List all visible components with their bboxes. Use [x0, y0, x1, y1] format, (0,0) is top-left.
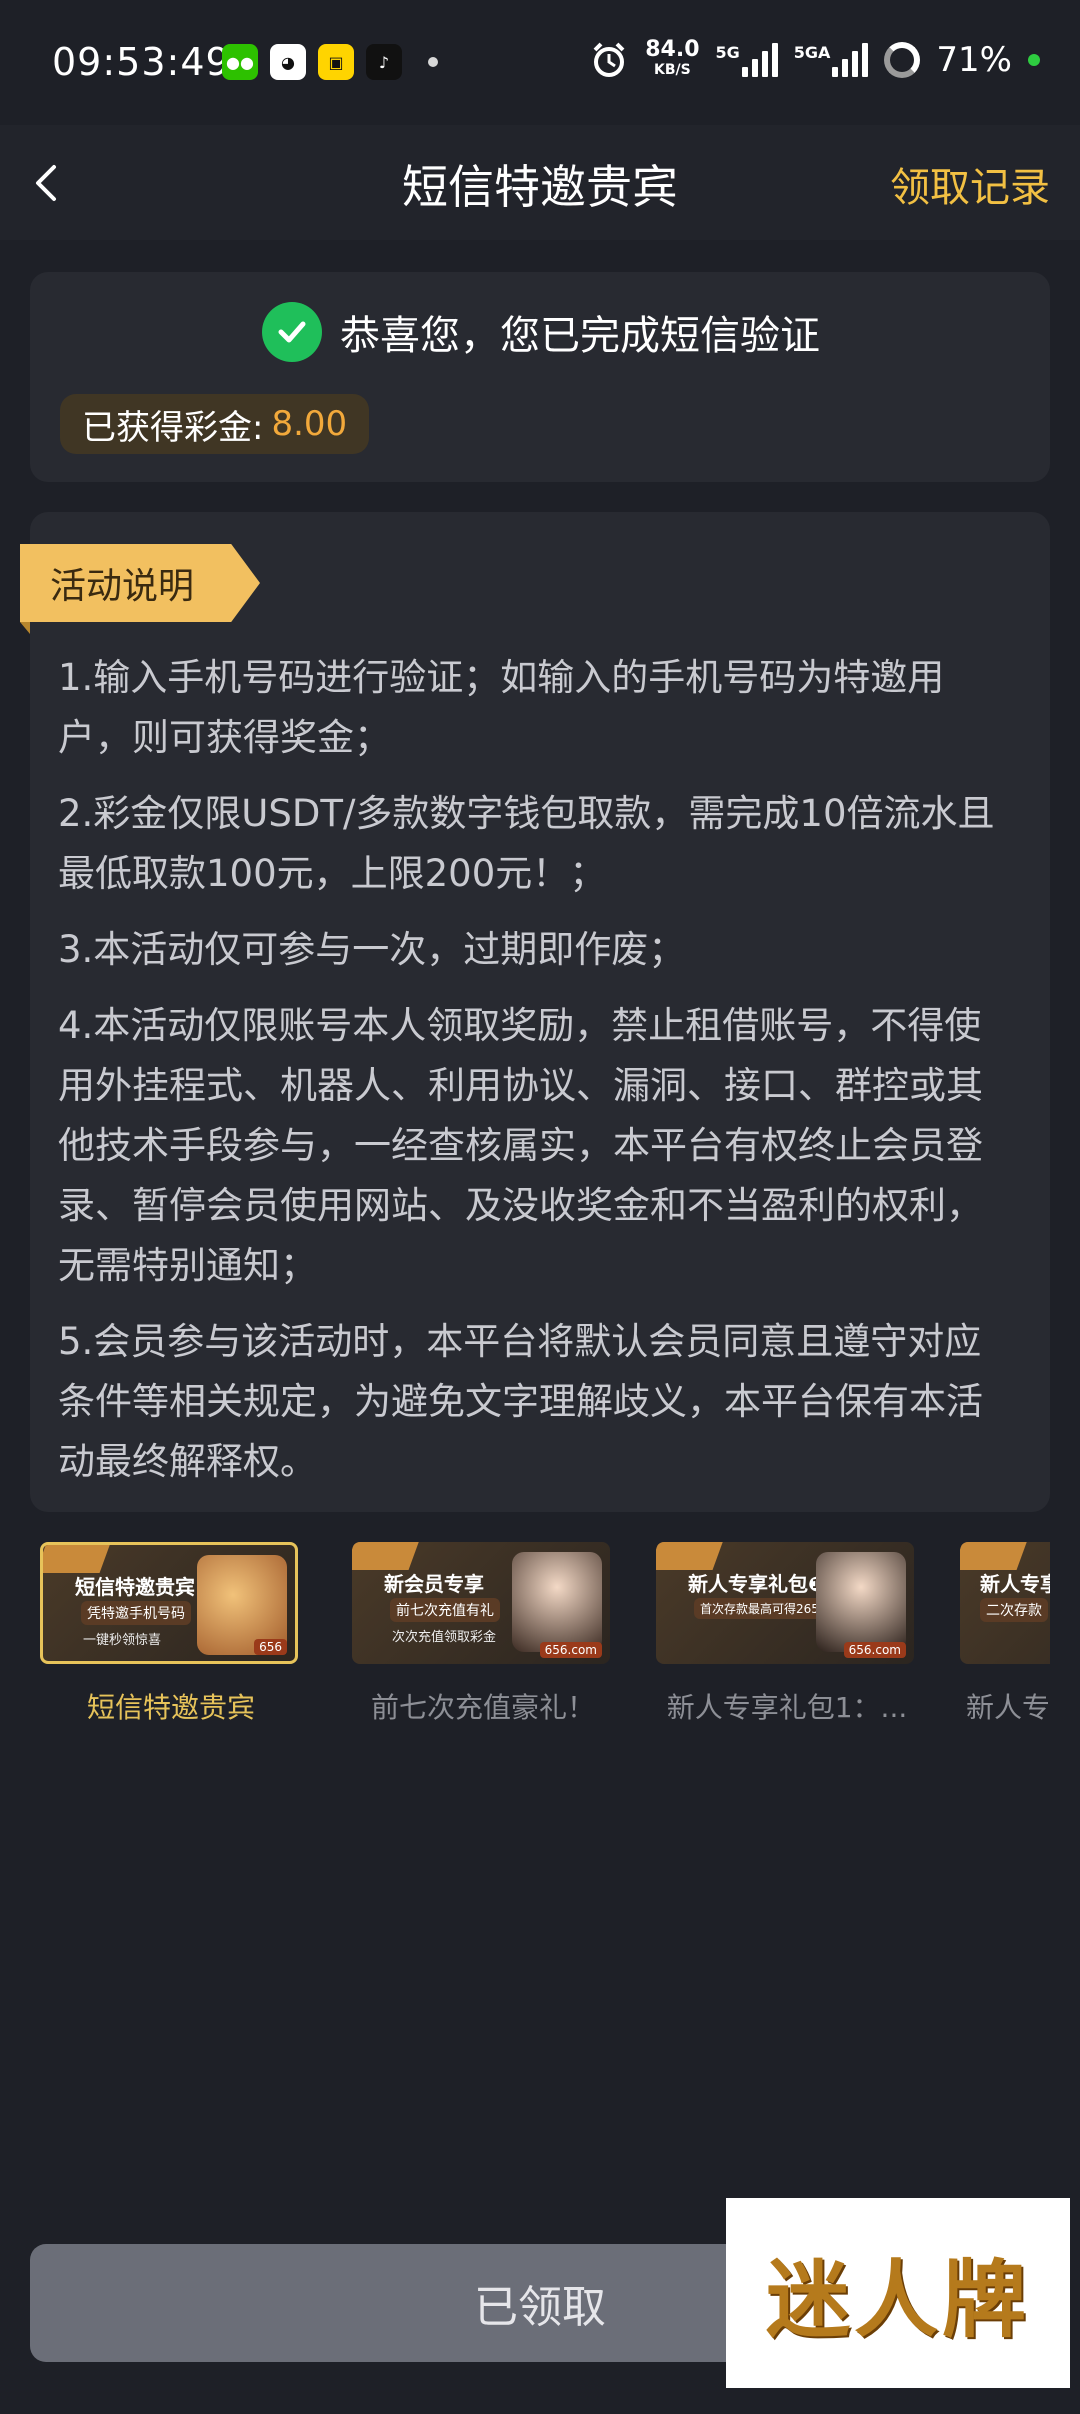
status-indicators: 84.0 KB/S 5G 5GA 71%: [589, 37, 1040, 80]
signal-5ga: 5GA: [794, 43, 869, 77]
promo-item-new-member[interactable]: 新会员专享 前七次充值有礼 次次充值领取彩金 656.com 前七次充值豪礼！: [352, 1542, 614, 1726]
charging-dot: [1028, 54, 1040, 66]
bonus-value: 8.00: [271, 404, 348, 444]
promo-thumbnail: 新人专享礼包❶ 首次存款最高可得2656元 656.com: [656, 1542, 914, 1664]
network-label-2: 5GA: [793, 43, 831, 62]
more-notifications-dot: [428, 57, 438, 67]
watermark-text: 迷人牌: [765, 2249, 1030, 2349]
promo-thumb-subtitle: 二次存款: [980, 1598, 1048, 1622]
network-speed: 84.0 KB/S: [645, 37, 700, 80]
promo-badge: 656.com: [843, 1642, 906, 1658]
nav-bar: 短信特邀贵宾 领取记录: [0, 125, 1080, 240]
bonus-label: 已获得彩金:: [82, 407, 264, 448]
rule-item: 1.输入手机号码进行验证；如输入的手机号码为特邀用户，则可获得奖金；: [58, 656, 945, 759]
promo-item-newbie-pack[interactable]: 新人专享礼包❶ 首次存款最高可得2656元 656.com 新人专享礼包1：..…: [656, 1542, 918, 1726]
promo-badge: 656.com: [539, 1642, 602, 1658]
promo-thumbnail: 短信特邀贵宾 凭特邀手机号码 一键秒领惊喜 656: [40, 1542, 298, 1664]
tiktok-icon: ♪: [366, 44, 402, 80]
bonus-badge: 已获得彩金: 8.00: [60, 394, 370, 454]
promo-thumb-note: 一键秒领惊喜: [83, 1633, 162, 1648]
network-label-1: 5G: [715, 43, 740, 62]
promo-caption: 新人专享礼包1：...: [666, 1691, 908, 1724]
promo-thumbnail: 新人专享 二次存款: [960, 1542, 1050, 1664]
activity-ribbon: 活动说明: [20, 544, 260, 622]
check-circle-icon: [262, 302, 322, 362]
model-photo: [816, 1552, 906, 1652]
notification-icons: ●● ◕ ▣ ♪: [222, 44, 438, 80]
verification-card: 恭喜您，您已完成短信验证 已获得彩金: 8.00: [30, 272, 1050, 482]
promo-thumbnail: 新会员专享 前七次充值有礼 次次充值领取彩金 656.com: [352, 1542, 610, 1664]
alarm-icon: [593, 42, 625, 77]
signal-bars-icon: [832, 43, 869, 77]
promo-item-newbie-2[interactable]: 新人专享 二次存款 新人专: [960, 1542, 1050, 1726]
promo-thumb-note: 次次充值领取彩金: [392, 1630, 497, 1645]
ribbon-fold: [20, 622, 30, 634]
status-time: 09:53:49: [52, 40, 231, 84]
promo-item-sms-vip[interactable]: 短信特邀贵宾 凭特邀手机号码 一键秒领惊喜 656 短信特邀贵宾: [40, 1542, 302, 1726]
watermark-logo: 迷人牌: [726, 2198, 1070, 2388]
verification-message: 恭喜您，您已完成短信验证: [340, 313, 820, 359]
speed-unit: KB/S: [654, 62, 691, 78]
rule-item: 3.本活动仅可参与一次，过期即作废；: [58, 928, 686, 971]
promo-caption: 短信特邀贵宾: [86, 1691, 255, 1724]
rule-item: 5.会员参与该活动时，本平台将默认会员同意且遵守对应条件等相关规定，为避免文字理…: [58, 1320, 983, 1483]
speed-value: 84.0: [645, 37, 700, 62]
promo-badge: 656: [254, 1639, 287, 1655]
qq-icon: ◕: [270, 44, 306, 80]
wechat-icon: ●●: [222, 44, 258, 80]
promo-thumb-title: 短信特邀贵宾: [75, 1575, 195, 1599]
promo-caption: 新人专: [966, 1691, 1050, 1724]
verification-status: 恭喜您，您已完成短信验证: [262, 302, 820, 362]
signal-bars-icon: [741, 43, 778, 77]
battery-ring-icon: [884, 42, 921, 78]
promo-thumb-title: 新会员专享: [384, 1572, 484, 1596]
signal-5g: 5G: [716, 43, 778, 77]
model-photo: [512, 1552, 602, 1652]
activity-rules: 1.输入手机号码进行验证；如输入的手机号码为特邀用户，则可获得奖金； 2.彩金仅…: [58, 648, 1018, 1508]
promo-thumb-title: 新人专享: [980, 1572, 1050, 1596]
promo-thumb-subtitle: 凭特邀手机号码: [81, 1601, 191, 1625]
rule-item: 2.彩金仅限USDT/多款数字钱包取款，需完成10倍流水且最低取款100元，上限…: [58, 792, 995, 895]
promo-thumb-title: 新人专享礼包❶: [688, 1572, 825, 1596]
promo-thumb-subtitle: 前七次充值有礼: [390, 1598, 500, 1622]
promo-carousel[interactable]: 短信特邀贵宾 凭特邀手机号码 一键秒领惊喜 656 短信特邀贵宾 新会员专享 前…: [40, 1542, 1050, 1742]
status-bar: 09:53:49 ●● ◕ ▣ ♪ 84.0 KB/S 5G 5GA 71%: [0, 0, 1080, 125]
app-icon: ▣: [318, 44, 354, 80]
promo-caption: 前七次充值豪礼！: [370, 1691, 595, 1724]
rule-item: 4.本活动仅限账号本人领取奖励，禁止租借账号，不得使用外挂程式、机器人、利用协议…: [58, 1004, 983, 1287]
claim-record-link[interactable]: 领取记录: [890, 155, 1050, 213]
battery-level: 71%: [936, 40, 1012, 80]
